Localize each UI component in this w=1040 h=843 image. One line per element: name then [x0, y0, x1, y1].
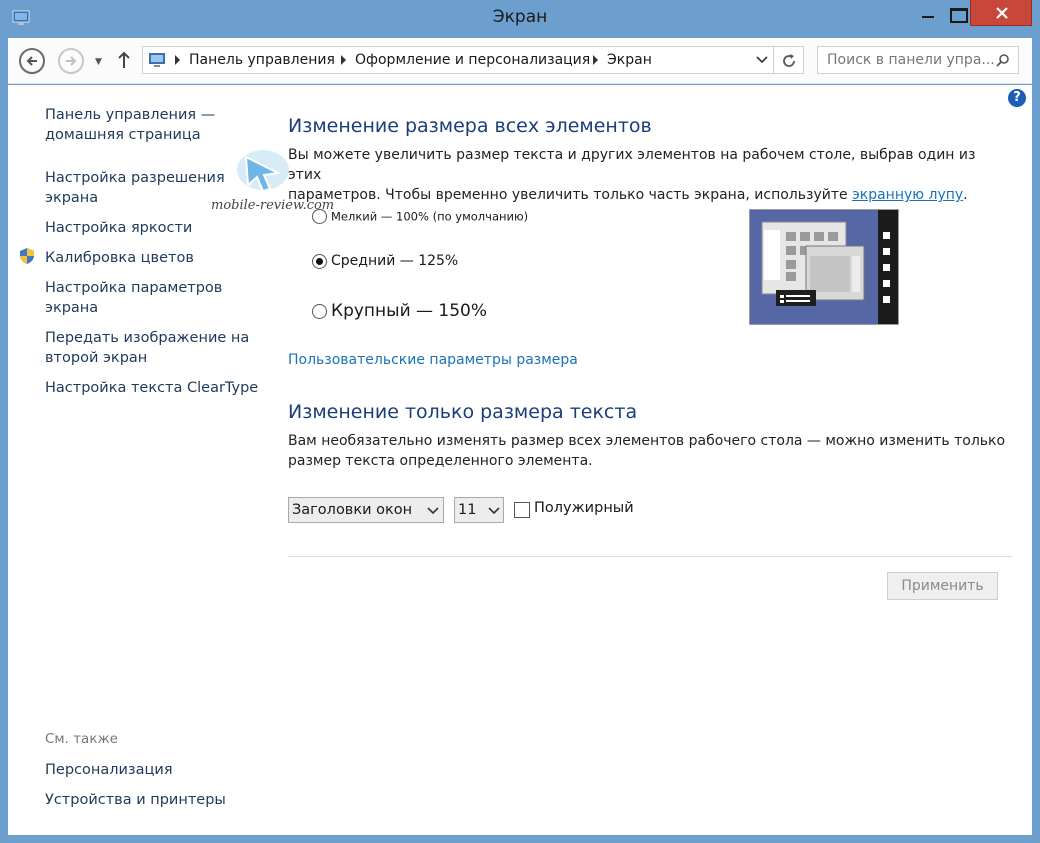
- radio-button[interactable]: [312, 209, 327, 224]
- sidebar-item-project-second-screen[interactable]: Передать изображение на второй экран: [45, 328, 249, 368]
- preview-desktop-icon: [750, 210, 898, 324]
- search-input[interactable]: Поиск в панели упра...: [817, 46, 1019, 74]
- description-text: Вам необязательно изменять размер всех э…: [288, 433, 1006, 449]
- sidebar-item-label: экрана: [45, 300, 99, 316]
- back-button[interactable]: [19, 48, 45, 74]
- chevron-down-icon[interactable]: [755, 54, 769, 66]
- magnifier-link[interactable]: экранную лупу: [852, 187, 963, 203]
- chevron-down-icon: [427, 507, 439, 515]
- sidebar-item-label: домашняя страница: [45, 127, 201, 143]
- breadcrumb-display[interactable]: Экран: [607, 52, 652, 68]
- font-size-select[interactable]: 11: [454, 497, 504, 523]
- breadcrumb-separator[interactable]: [341, 55, 346, 65]
- chevron-down-icon: [488, 507, 500, 515]
- sidebar-item-label: второй экран: [45, 350, 148, 366]
- sidebar-item-cleartype[interactable]: Настройка текста ClearType: [45, 378, 258, 398]
- size-option-medium[interactable]: Средний — 125%: [312, 253, 458, 269]
- refresh-icon: [783, 54, 795, 67]
- navigation-bar: ▼ Панель управления Оформление и персона…: [8, 38, 1032, 84]
- arrow-left-icon: [26, 56, 37, 66]
- sidebar-item-devices-printers[interactable]: Устройства и принтеры: [45, 790, 226, 810]
- radio-label: Крупный — 150%: [331, 301, 488, 321]
- radio-button[interactable]: [312, 253, 327, 269]
- sidebar-item-resolution[interactable]: Настройка разрешения экрана: [45, 168, 225, 208]
- sidebar-item-color-calibration[interactable]: Калибровка цветов: [45, 248, 194, 268]
- section-title-all-elements: Изменение размера всех элементов: [288, 115, 652, 137]
- control-panel-icon: [149, 53, 165, 67]
- size-option-large[interactable]: Крупный — 150%: [312, 301, 487, 321]
- close-button[interactable]: [970, 0, 1032, 26]
- sidebar-item-label: Настройка разрешения: [45, 170, 225, 186]
- font-size-select-value: 11: [458, 502, 477, 518]
- help-icon[interactable]: ?: [1008, 89, 1026, 107]
- description-text: размер текста определенного элемента.: [288, 453, 593, 469]
- content-area: ? Панель управления — домашняя страница …: [8, 85, 1032, 835]
- element-select-value: Заголовки окон: [292, 502, 413, 518]
- search-placeholder: Поиск в панели упра...: [827, 52, 995, 68]
- bold-checkbox[interactable]: [514, 502, 530, 518]
- radio-label: Средний — 125%: [331, 253, 459, 269]
- description-text: параметров. Чтобы временно увеличить тол…: [288, 187, 848, 203]
- sidebar-item-label: Настройка параметров: [45, 280, 223, 296]
- description-text: .: [963, 187, 968, 203]
- sidebar-item-home[interactable]: Панель управления — домашняя страница: [45, 105, 215, 145]
- breadcrumb-separator[interactable]: [593, 55, 598, 65]
- apply-button[interactable]: Применить: [887, 572, 998, 600]
- section-description: Вы можете увеличить размер текста и друг…: [288, 145, 1008, 205]
- address-bar[interactable]: Панель управления Оформление и персонали…: [142, 46, 774, 74]
- sidebar-item-label: Панель управления —: [45, 107, 216, 123]
- forward-button[interactable]: [58, 48, 84, 74]
- arrow-up-icon[interactable]: [116, 50, 132, 70]
- arrow-right-icon: [66, 56, 77, 66]
- sidebar-item-label: Передать изображение на: [45, 330, 250, 346]
- refresh-button[interactable]: [774, 46, 804, 74]
- element-select[interactable]: Заголовки окон: [288, 497, 444, 523]
- size-option-small[interactable]: Мелкий — 100% (по умолчанию): [312, 209, 528, 224]
- sidebar-item-personalization[interactable]: Персонализация: [45, 760, 173, 780]
- size-preview-image: [749, 209, 899, 325]
- section-title-text-only: Изменение только размера текста: [288, 401, 638, 423]
- breadcrumb-appearance[interactable]: Оформление и персонализация: [355, 52, 590, 68]
- breadcrumb-control-panel[interactable]: Панель управления: [189, 52, 335, 68]
- recent-pages-dropdown[interactable]: ▼: [95, 57, 102, 67]
- divider: [288, 556, 1012, 557]
- custom-size-link[interactable]: Пользовательские параметры размера: [288, 352, 578, 368]
- sidebar-item-brightness[interactable]: Настройка яркости: [45, 218, 192, 238]
- search-icon[interactable]: [996, 53, 1010, 67]
- shield-icon: [20, 248, 34, 264]
- radio-button[interactable]: [312, 303, 327, 319]
- window: Экран ▼ Панель управления Оформление и п…: [0, 0, 1040, 843]
- sidebar-item-display-settings[interactable]: Настройка параметров экрана: [45, 278, 222, 318]
- sidebar-item-label: экрана: [45, 190, 99, 206]
- section-description: Вам необязательно изменять размер всех э…: [288, 431, 1008, 471]
- window-title: Экран: [492, 7, 548, 27]
- close-icon: [996, 7, 1008, 19]
- see-also-label: См. также: [45, 731, 118, 747]
- radio-label: Мелкий — 100% (по умолчанию): [331, 209, 529, 224]
- title-bar: Экран: [0, 0, 1040, 38]
- bold-checkbox-label: Полужирный: [534, 500, 634, 516]
- minimize-button[interactable]: [910, 0, 946, 26]
- breadcrumb-separator[interactable]: [175, 55, 180, 65]
- description-text: Вы можете увеличить размер текста и друг…: [288, 147, 976, 183]
